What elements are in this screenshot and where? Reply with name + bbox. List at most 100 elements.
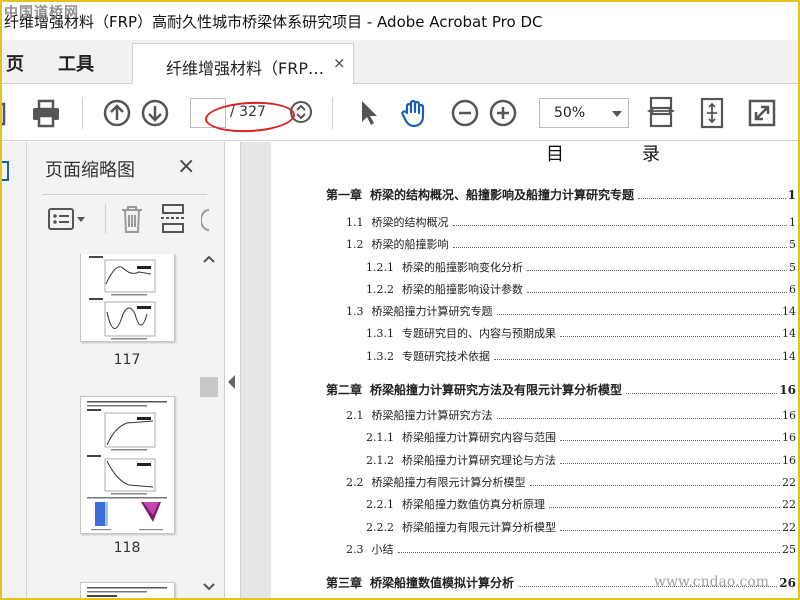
trash-icon[interactable] xyxy=(119,204,145,234)
toc-entry[interactable]: 1.1 桥梁的结构概况 1 xyxy=(346,214,796,230)
site-watermark: 中国道桥网 xyxy=(4,5,79,21)
toc-leader-dots xyxy=(494,359,780,360)
hand-tool-icon[interactable] xyxy=(400,98,430,128)
zoom-in-icon[interactable] xyxy=(488,98,518,128)
prev-page-icon[interactable] xyxy=(102,98,132,128)
toc-entry[interactable]: 2.2.1 桥梁船撞力数值仿真分析原理 22 xyxy=(366,496,796,512)
print-icon[interactable] xyxy=(31,98,61,128)
toc-entry-label: 桥梁船撞力计算研究方法及有限元计算分析模型 xyxy=(370,383,623,397)
toc-entry-page: 5 xyxy=(789,238,796,251)
page-thumbnail[interactable] xyxy=(80,582,175,598)
thumbnail-content xyxy=(87,587,167,597)
toc-entry-number: 2.2 xyxy=(346,476,364,489)
toc-entry[interactable]: 2.1.2 桥梁船撞力计算研究理论与方法 16 xyxy=(366,452,796,468)
toc-entry-page: 26 xyxy=(779,576,796,590)
panel-divider xyxy=(42,194,207,195)
toc-entry-label: 专题研究技术依据 xyxy=(402,350,490,363)
toc-entry-number: 2.1.1 xyxy=(366,431,394,444)
menu-home[interactable]: 页 xyxy=(6,50,24,76)
toc-entry-number: 2.1 xyxy=(346,409,364,422)
chevron-down-icon xyxy=(612,111,622,117)
toc-entry-label: 桥梁船撞数值模拟计算分析 xyxy=(370,576,515,590)
toc-entry-number: 1.3.1 xyxy=(366,327,394,340)
toc-entry-number: 1.2.1 xyxy=(366,261,394,274)
toc-entry-page: 16 xyxy=(779,383,796,397)
select-cursor-icon[interactable] xyxy=(354,98,384,128)
zoom-value: 50% xyxy=(554,105,586,121)
toc-entry-page: 5 xyxy=(789,261,796,274)
toc-entry-page: 25 xyxy=(782,543,796,556)
toc-entry[interactable]: 1.2 桥梁的船撞影响 5 xyxy=(346,236,796,252)
toc-entry[interactable]: 2.3 小结 25 xyxy=(346,541,796,557)
toc-leader-dots xyxy=(452,225,787,226)
thumbnail-page-number: 118 xyxy=(113,540,141,556)
page-thumbnail[interactable] xyxy=(80,254,175,342)
chevron-up-icon[interactable] xyxy=(203,254,215,264)
rotate-icon[interactable] xyxy=(201,208,211,232)
panel-title: 页面缩略图 xyxy=(45,160,135,181)
toc-entry-label: 桥梁的船撞影响设计参数 xyxy=(402,283,523,296)
panel-separator xyxy=(105,204,106,234)
scrollbar-thumb[interactable] xyxy=(200,377,218,397)
toc-entry[interactable]: 1.3 桥梁船撞力计算研究专题 14 xyxy=(346,303,796,319)
document-view: 目 录 第一章 桥梁的结构概况、船撞影响及船撞力计算研究专题 1 1.1 桥梁的结构概况… xyxy=(240,142,798,598)
insert-page-icon[interactable] xyxy=(159,204,187,234)
tab-document[interactable]: 纤维增强材料（FRP… × xyxy=(132,43,354,84)
toc-entry[interactable]: 1.2.2 桥梁的船撞影响设计参数 6 xyxy=(366,281,796,297)
toc-leader-dots xyxy=(496,418,780,419)
toc-entry-number: 2.2.2 xyxy=(366,521,394,534)
tab-document-label: 纤维增强材料（FRP… xyxy=(166,59,324,78)
close-icon[interactable]: × xyxy=(333,54,346,72)
toc-entry-number: 1.3 xyxy=(346,305,364,318)
toc-entry-number: 2.1.2 xyxy=(366,454,394,467)
toc-entry-label: 桥梁船撞力计算研究方法 xyxy=(371,409,493,422)
toc-entry-label: 桥梁船撞力计算研究理论与方法 xyxy=(402,454,556,467)
toc-entry[interactable]: 2.1.1 桥梁船撞力计算研究内容与范围 16 xyxy=(366,429,796,445)
toc-leader-dots xyxy=(626,393,778,394)
toc-entry-page: 14 xyxy=(782,350,796,363)
navigation-strip xyxy=(0,142,27,598)
toc-entry-number: 1.2 xyxy=(346,238,364,251)
toc-entry-label: 桥梁的结构概况 xyxy=(371,216,449,229)
toc-entry[interactable]: 第二章 桥梁船撞力计算研究方法及有限元计算分析模型 16 xyxy=(326,381,796,398)
close-icon[interactable]: × xyxy=(177,154,195,179)
next-page-icon[interactable] xyxy=(140,98,170,128)
toc-entry-label: 桥梁船撞力有限元计算分析模型 xyxy=(371,476,526,489)
fit-width-icon[interactable] xyxy=(647,96,675,130)
save-icon[interactable] xyxy=(0,98,10,128)
zoom-select[interactable]: 50% xyxy=(539,98,629,128)
toc-leader-dots xyxy=(560,440,780,441)
toc-entry[interactable]: 第一章 桥梁的结构概况、船撞影响及船撞力计算研究专题 1 xyxy=(326,186,796,203)
thumbnail-content xyxy=(89,256,156,340)
toolbar: / 327 50% xyxy=(0,85,798,141)
fit-page-icon[interactable] xyxy=(698,97,726,129)
toc-entry-page: 22 xyxy=(782,476,796,489)
toolbar-separator xyxy=(82,97,83,129)
options-menu-icon[interactable] xyxy=(48,207,88,231)
toc-entry-page: 14 xyxy=(782,327,796,340)
zoom-out-icon[interactable] xyxy=(450,98,480,128)
toc-entry[interactable]: 2.2 桥梁船撞力有限元计算分析模型 22 xyxy=(346,474,796,490)
menu-tools[interactable]: 工具 xyxy=(58,50,94,76)
page-thumbnail[interactable] xyxy=(80,396,175,534)
toc-entry-page: 16 xyxy=(782,431,796,444)
toc-entry[interactable]: 1.3.1 专题研究目的、内容与预期成果 14 xyxy=(366,325,796,341)
toc-entry[interactable]: 2.1 桥梁船撞力计算研究方法 16 xyxy=(346,407,796,423)
toc-leader-dots xyxy=(549,507,780,508)
toc-entry-page: 1 xyxy=(789,216,796,229)
toc-entry-label: 桥梁船撞力计算研究专题 xyxy=(371,305,493,318)
toc-leader-dots xyxy=(638,198,786,199)
toc-entry[interactable]: 1.2.1 桥梁的船撞影响变化分析 5 xyxy=(366,259,796,275)
page-thumbnails-panel: 页面缩略图 × 117 118 xyxy=(27,142,225,598)
chevron-down-icon[interactable] xyxy=(203,582,215,592)
toc-entry[interactable]: 2.2.2 桥梁船撞力有限元计算分析模型 22 xyxy=(366,519,796,535)
thumbnail-scrollbar[interactable] xyxy=(200,252,218,598)
window-title: 纤维增强材料（FRP）高耐久性城市桥梁体系研究项目 - Adobe Acroba… xyxy=(4,13,543,31)
collapse-panel-icon[interactable] xyxy=(225,372,239,392)
toc-entry[interactable]: 1.3.2 专题研究技术依据 14 xyxy=(366,348,796,364)
thumbnail-nav-icon[interactable] xyxy=(0,160,10,182)
document-page: 目 录 第一章 桥梁的结构概况、船撞影响及船撞力计算研究专题 1 1.1 桥梁的结构概况… xyxy=(271,142,798,598)
toolbar-separator xyxy=(332,97,333,129)
fullscreen-icon[interactable] xyxy=(747,98,777,128)
toc-entry-page: 14 xyxy=(782,305,796,318)
